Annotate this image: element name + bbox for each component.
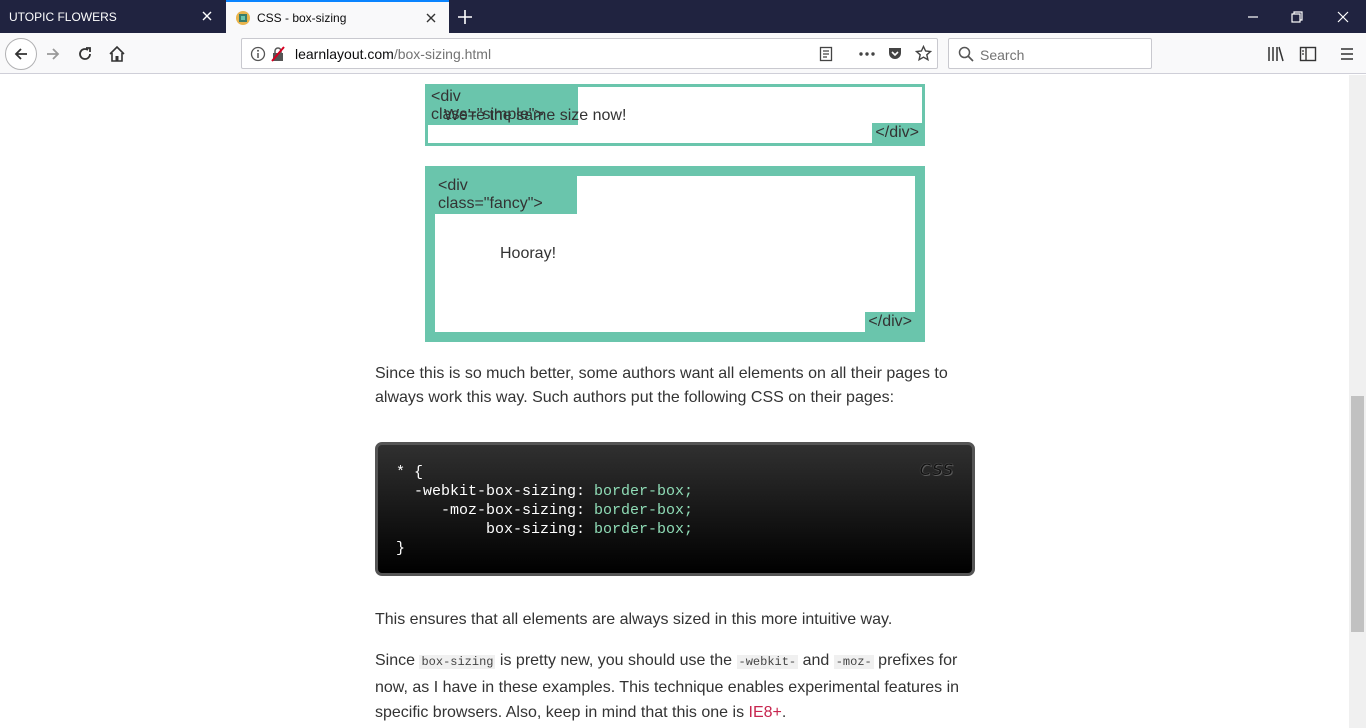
simple-close-tag: </div> (872, 123, 922, 143)
url-text[interactable]: learnlayout.com/box-sizing.html (295, 46, 491, 62)
pocket-icon[interactable] (887, 45, 903, 62)
home-icon (109, 45, 125, 62)
page-actions-icon[interactable] (858, 46, 876, 62)
reader-view-icon[interactable] (818, 46, 834, 62)
text-span: is pretty new, you should use the (495, 652, 737, 669)
tab-css-box-sizing[interactable]: CSS - box-sizing (226, 0, 449, 33)
code-line: } (396, 539, 954, 558)
inline-code: -webkit- (736, 655, 799, 669)
inline-code: box-sizing (419, 655, 496, 669)
code-line: -moz-box-sizing: border-box; (396, 501, 954, 520)
info-icon[interactable] (250, 46, 266, 62)
css-code-block: CSS * { -webkit-box-sizing: border-box; … (375, 442, 975, 576)
code-line: -webkit-box-sizing: border-box; (396, 482, 954, 501)
back-arrow-icon (14, 48, 27, 60)
back-button[interactable] (5, 38, 37, 70)
page-content: <div class="simple"> We're the same size… (0, 75, 1349, 728)
code-line: * { (396, 463, 954, 482)
code-closing-brace: } (396, 540, 406, 557)
search-bar[interactable]: Search (948, 38, 1152, 69)
reload-button[interactable] (72, 41, 98, 67)
code-language-label: CSS (919, 460, 954, 479)
bookmark-star-icon[interactable] (915, 45, 932, 62)
insecure-lock-icon[interactable] (270, 46, 286, 62)
search-input[interactable]: Search (980, 47, 1024, 63)
url-path: /box-sizing.html (393, 46, 492, 62)
simple-box-text: We're the same size now! (444, 107, 627, 124)
window-close-icon[interactable] (1334, 8, 1352, 26)
close-icon[interactable] (423, 10, 439, 26)
menu-icon[interactable] (1339, 45, 1355, 63)
url-host: learnlayout.com (295, 46, 394, 62)
reload-icon (79, 47, 91, 60)
text-span: and (798, 652, 834, 669)
restore-icon[interactable] (1288, 8, 1306, 26)
tab-utopic-flowers[interactable]: UTOPIC FLOWERS (0, 0, 225, 33)
ensures-paragraph: This ensures that all elements are alway… (375, 611, 893, 628)
fancy-box-text: Hooray! (500, 245, 557, 262)
navigation-toolbar: learnlayout.com/box-sizing.html Search (0, 33, 1366, 74)
code-line: box-sizing: border-box; (396, 520, 954, 539)
tab-title: UTOPIC FLOWERS (9, 9, 117, 24)
tab-title: CSS - box-sizing (257, 10, 347, 25)
close-icon[interactable] (199, 8, 215, 24)
code-property: -moz-box-sizing: (396, 502, 595, 519)
code-property: box-sizing: (396, 521, 595, 538)
home-button[interactable] (104, 41, 130, 67)
fancy-close-tag: </div> (865, 312, 915, 332)
tab-strip: UTOPIC FLOWERS CSS - box-sizing (0, 0, 1366, 33)
url-bar[interactable]: learnlayout.com/box-sizing.html (241, 38, 938, 69)
code-value: border-box; (594, 521, 694, 538)
forward-arrow-icon (47, 48, 60, 60)
fancy-box-demo: <div class="fancy"> Hooray! </div> (425, 166, 925, 342)
code-value: border-box; (594, 483, 694, 500)
sidebar-icon[interactable] (1299, 45, 1317, 63)
text-span: Since (375, 652, 420, 669)
ie8-link[interactable]: IE8+ (749, 704, 782, 721)
favicon-icon (236, 10, 250, 25)
fancy-open-tag: <div class="fancy"> (435, 176, 577, 214)
forward-button[interactable] (40, 41, 66, 67)
text-span: . (781, 704, 787, 721)
code-selector: * { (396, 464, 424, 481)
inline-code: -moz- (833, 655, 874, 669)
prefix-paragraph: Since box-sizing is pretty new, you shou… (375, 648, 975, 725)
library-icon[interactable] (1267, 45, 1285, 63)
code-property: -webkit-box-sizing: (396, 483, 595, 500)
simple-box-demo: <div class="simple"> We're the same size… (425, 84, 925, 146)
minimize-icon[interactable] (1244, 8, 1262, 26)
new-tab-icon[interactable] (455, 7, 475, 27)
code-value: border-box; (594, 502, 694, 519)
search-icon (958, 46, 974, 62)
intro-paragraph: Since this is so much better, some autho… (375, 365, 948, 406)
scrollbar-thumb[interactable] (1351, 396, 1364, 632)
